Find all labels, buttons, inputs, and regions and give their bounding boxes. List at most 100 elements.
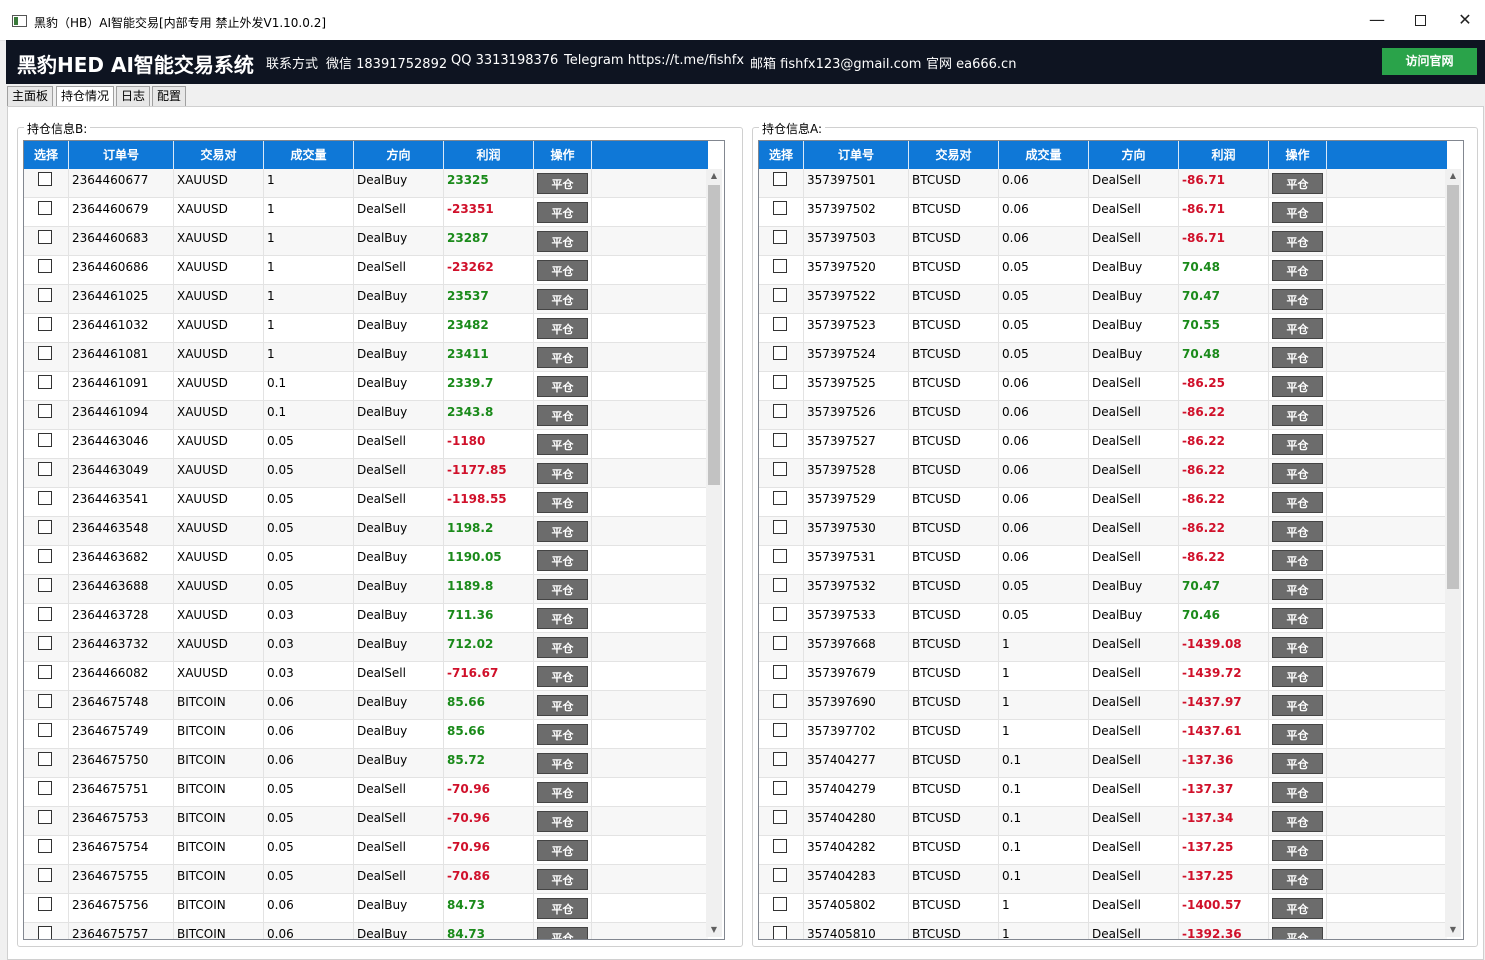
table-row[interactable]: 2364460679 XAUUSD 1 DealSell -23351 平仓 xyxy=(24,198,708,227)
table-row[interactable]: 357397525 BTCUSD 0.06 DealSell -86.25 平仓 xyxy=(759,372,1447,401)
close-position-button[interactable]: 平仓 xyxy=(537,434,588,455)
table-row[interactable]: 2364460677 XAUUSD 1 DealBuy 23325 平仓 xyxy=(24,169,708,198)
table-row[interactable]: 2364463548 XAUUSD 0.05 DealBuy 1198.2 平仓 xyxy=(24,517,708,546)
select-checkbox[interactable] xyxy=(773,375,787,389)
select-checkbox[interactable] xyxy=(38,752,52,766)
scroll-up-icon[interactable]: ▲ xyxy=(706,169,722,183)
close-position-button[interactable]: 平仓 xyxy=(1272,782,1323,803)
table-row[interactable]: 2364463688 XAUUSD 0.05 DealBuy 1189.8 平仓 xyxy=(24,575,708,604)
close-position-button[interactable]: 平仓 xyxy=(537,492,588,513)
table-row[interactable]: 2364460686 XAUUSD 1 DealSell -23262 平仓 xyxy=(24,256,708,285)
table-row[interactable]: 2364460683 XAUUSD 1 DealBuy 23287 平仓 xyxy=(24,227,708,256)
select-checkbox[interactable] xyxy=(38,317,52,331)
close-position-button[interactable]: 平仓 xyxy=(1272,173,1323,194)
close-position-button[interactable]: 平仓 xyxy=(537,579,588,600)
column-header[interactable]: 利润 xyxy=(444,141,534,169)
select-checkbox[interactable] xyxy=(38,781,52,795)
table-row[interactable]: 2364466082 XAUUSD 0.03 DealSell -716.67 平仓 xyxy=(24,662,708,691)
scroll-thumb[interactable] xyxy=(708,185,720,485)
close-position-button[interactable]: 平仓 xyxy=(537,231,588,252)
table-row[interactable]: 357397531 BTCUSD 0.06 DealSell -86.22 平仓 xyxy=(759,546,1447,575)
close-position-button[interactable]: 平仓 xyxy=(537,927,588,939)
scroll-down-icon[interactable]: ▼ xyxy=(706,923,722,937)
close-position-button[interactable]: 平仓 xyxy=(1272,869,1323,890)
select-checkbox[interactable] xyxy=(38,491,52,505)
table-row[interactable]: 357397679 BTCUSD 1 DealSell -1439.72 平仓 xyxy=(759,662,1447,691)
select-checkbox[interactable] xyxy=(773,578,787,592)
table-row[interactable]: 357404282 BTCUSD 0.1 DealSell -137.25 平仓 xyxy=(759,836,1447,865)
table-row[interactable]: 357397522 BTCUSD 0.05 DealBuy 70.47 平仓 xyxy=(759,285,1447,314)
select-checkbox[interactable] xyxy=(773,665,787,679)
close-position-button[interactable]: 平仓 xyxy=(537,840,588,861)
close-position-button[interactable]: 平仓 xyxy=(537,898,588,919)
maximize-button[interactable] xyxy=(1405,9,1435,31)
table-row[interactable]: 357397503 BTCUSD 0.06 DealSell -86.71 平仓 xyxy=(759,227,1447,256)
table-row[interactable]: 357397528 BTCUSD 0.06 DealSell -86.22 平仓 xyxy=(759,459,1447,488)
table-row[interactable]: 357397524 BTCUSD 0.05 DealBuy 70.48 平仓 xyxy=(759,343,1447,372)
tab-log[interactable]: 日志 xyxy=(116,86,151,107)
select-checkbox[interactable] xyxy=(773,723,787,737)
select-checkbox[interactable] xyxy=(773,433,787,447)
close-position-button[interactable]: 平仓 xyxy=(537,782,588,803)
close-position-button[interactable]: 平仓 xyxy=(1272,492,1323,513)
select-checkbox[interactable] xyxy=(38,839,52,853)
select-checkbox[interactable] xyxy=(38,462,52,476)
close-position-button[interactable]: 平仓 xyxy=(1272,405,1323,426)
table-row[interactable]: 2364461032 XAUUSD 1 DealBuy 23482 平仓 xyxy=(24,314,708,343)
select-checkbox[interactable] xyxy=(38,607,52,621)
close-position-button[interactable]: 平仓 xyxy=(1272,376,1323,397)
table-row[interactable]: 357404277 BTCUSD 0.1 DealSell -137.36 平仓 xyxy=(759,749,1447,778)
table-row[interactable]: 2364461094 XAUUSD 0.1 DealBuy 2343.8 平仓 xyxy=(24,401,708,430)
close-position-button[interactable]: 平仓 xyxy=(1272,463,1323,484)
close-position-button[interactable]: 平仓 xyxy=(1272,811,1323,832)
close-position-button[interactable]: 平仓 xyxy=(1272,753,1323,774)
select-checkbox[interactable] xyxy=(773,520,787,534)
table-row[interactable]: 2364463682 XAUUSD 0.05 DealBuy 1190.05 平仓 xyxy=(24,546,708,575)
close-position-button[interactable]: 平仓 xyxy=(537,550,588,571)
select-checkbox[interactable] xyxy=(773,201,787,215)
close-position-button[interactable]: 平仓 xyxy=(537,608,588,629)
table-row[interactable]: 2364675753 BITCOIN 0.05 DealSell -70.96 平仓 xyxy=(24,807,708,836)
close-window-button[interactable]: ✕ xyxy=(1450,9,1480,31)
close-position-button[interactable]: 平仓 xyxy=(1272,927,1323,939)
close-position-button[interactable]: 平仓 xyxy=(1272,608,1323,629)
table-row[interactable]: 2364675748 BITCOIN 0.06 DealBuy 85.66 平仓 xyxy=(24,691,708,720)
select-checkbox[interactable] xyxy=(38,259,52,273)
close-position-button[interactable]: 平仓 xyxy=(1272,289,1323,310)
table-row[interactable]: 2364463728 XAUUSD 0.03 DealBuy 711.36 平仓 xyxy=(24,604,708,633)
column-header[interactable]: 订单号 xyxy=(804,141,909,169)
select-checkbox[interactable] xyxy=(773,346,787,360)
select-checkbox[interactable] xyxy=(38,433,52,447)
close-position-button[interactable]: 平仓 xyxy=(1272,666,1323,687)
select-checkbox[interactable] xyxy=(773,172,787,186)
close-position-button[interactable]: 平仓 xyxy=(537,666,588,687)
select-checkbox[interactable] xyxy=(38,288,52,302)
table-row[interactable]: 357405810 BTCUSD 1 DealSell -1392.36 平仓 xyxy=(759,923,1447,939)
close-position-button[interactable]: 平仓 xyxy=(1272,231,1323,252)
column-header[interactable]: 订单号 xyxy=(69,141,174,169)
close-position-button[interactable]: 平仓 xyxy=(1272,521,1323,542)
column-header[interactable]: 交易对 xyxy=(909,141,999,169)
column-header[interactable]: 交易对 xyxy=(174,141,264,169)
table-row[interactable]: 357397523 BTCUSD 0.05 DealBuy 70.55 平仓 xyxy=(759,314,1447,343)
select-checkbox[interactable] xyxy=(773,636,787,650)
select-checkbox[interactable] xyxy=(38,810,52,824)
table-row[interactable]: 2364461081 XAUUSD 1 DealBuy 23411 平仓 xyxy=(24,343,708,372)
select-checkbox[interactable] xyxy=(38,520,52,534)
select-checkbox[interactable] xyxy=(773,607,787,621)
select-checkbox[interactable] xyxy=(38,723,52,737)
select-checkbox[interactable] xyxy=(773,462,787,476)
close-position-button[interactable]: 平仓 xyxy=(1272,260,1323,281)
select-checkbox[interactable] xyxy=(38,926,52,939)
select-checkbox[interactable] xyxy=(773,868,787,882)
select-checkbox[interactable] xyxy=(773,694,787,708)
close-position-button[interactable]: 平仓 xyxy=(1272,898,1323,919)
close-position-button[interactable]: 平仓 xyxy=(537,637,588,658)
table-row[interactable]: 357397690 BTCUSD 1 DealSell -1437.97 平仓 xyxy=(759,691,1447,720)
table-row[interactable]: 357397532 BTCUSD 0.05 DealBuy 70.47 平仓 xyxy=(759,575,1447,604)
close-position-button[interactable]: 平仓 xyxy=(537,521,588,542)
select-checkbox[interactable] xyxy=(38,897,52,911)
table-row[interactable]: 2364461091 XAUUSD 0.1 DealBuy 2339.7 平仓 xyxy=(24,372,708,401)
select-checkbox[interactable] xyxy=(773,230,787,244)
table-row[interactable]: 357404280 BTCUSD 0.1 DealSell -137.34 平仓 xyxy=(759,807,1447,836)
